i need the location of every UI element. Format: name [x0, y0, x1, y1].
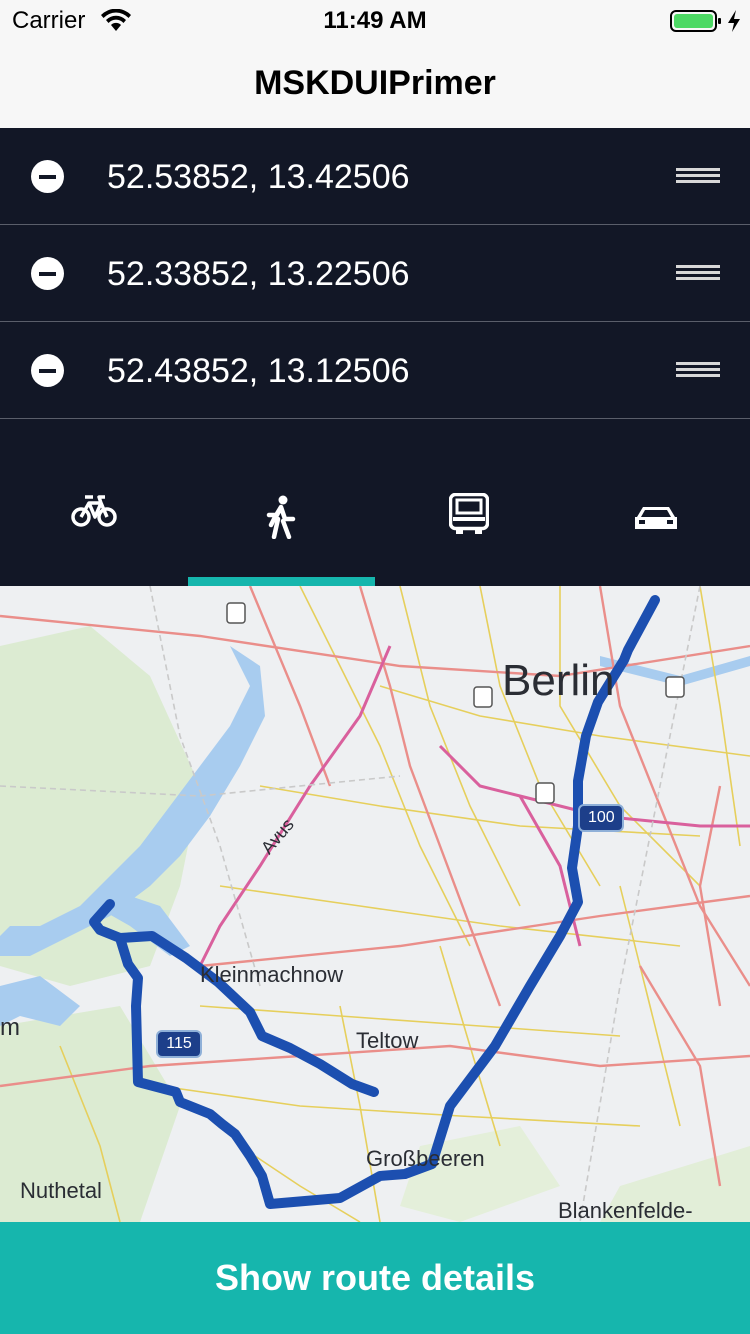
reorder-handle-icon[interactable]: [676, 168, 720, 184]
show-route-details-button[interactable]: Show route details: [0, 1222, 750, 1334]
charging-icon: [728, 10, 740, 32]
map-base: [0, 586, 750, 1222]
map-label-nuthetal: Nuthetal: [20, 1178, 102, 1203]
waypoint-row[interactable]: 52.33852, 13.22506: [0, 225, 750, 322]
navigation-bar: MSKDUIPrimer: [0, 40, 750, 128]
tab-bus[interactable]: [375, 419, 563, 586]
tab-bicycle[interactable]: [0, 419, 188, 586]
clock: 11:49 AM: [323, 7, 427, 34]
waypoint-coordinates: 52.33852, 13.22506: [107, 255, 410, 293]
road-shield-100: 100: [578, 804, 624, 832]
waypoint-row[interactable]: 52.53852, 13.42506: [0, 128, 750, 225]
bus-icon: [448, 493, 489, 534]
tab-car[interactable]: [563, 419, 750, 586]
map-label-teltow: Teltow: [356, 1028, 419, 1053]
waypoint-row[interactable]: 52.43852, 13.12506: [0, 322, 750, 419]
map-label-grossbeeren: Großbeeren: [366, 1146, 485, 1171]
battery-icon: [670, 10, 721, 32]
reorder-handle-icon[interactable]: [676, 265, 720, 281]
map-label-blankenfelde: Blankenfelde-: [558, 1198, 693, 1222]
remove-waypoint-icon[interactable]: [31, 160, 64, 193]
road-shield-115: 115: [156, 1030, 202, 1058]
reorder-handle-icon[interactable]: [676, 362, 720, 378]
waypoint-list: 52.53852, 13.42506 52.33852, 13.22506 52…: [0, 128, 750, 419]
status-bar: Carrier 11:49 AM: [0, 0, 750, 40]
waypoint-coordinates: 52.43852, 13.12506: [107, 352, 410, 390]
route-map[interactable]: Berlin Kleinmachnow Teltow Großbeeren Nu…: [0, 586, 750, 1222]
map-label-partial: m: [0, 1014, 20, 1041]
tab-walking[interactable]: [188, 419, 376, 586]
remove-waypoint-icon[interactable]: [31, 354, 64, 387]
car-icon: [635, 507, 678, 529]
waypoint-coordinates: 52.53852, 13.42506: [107, 158, 410, 196]
map-label-kleinmachnow: Kleinmachnow: [200, 962, 344, 987]
walking-icon: [267, 495, 296, 539]
remove-waypoint-icon[interactable]: [31, 257, 64, 290]
page-title: MSKDUIPrimer: [254, 64, 496, 102]
map-label-berlin: Berlin: [502, 656, 615, 705]
bicycle-icon: [71, 495, 117, 527]
selected-tab-indicator: [188, 577, 375, 586]
transport-mode-tabs: [0, 419, 750, 586]
